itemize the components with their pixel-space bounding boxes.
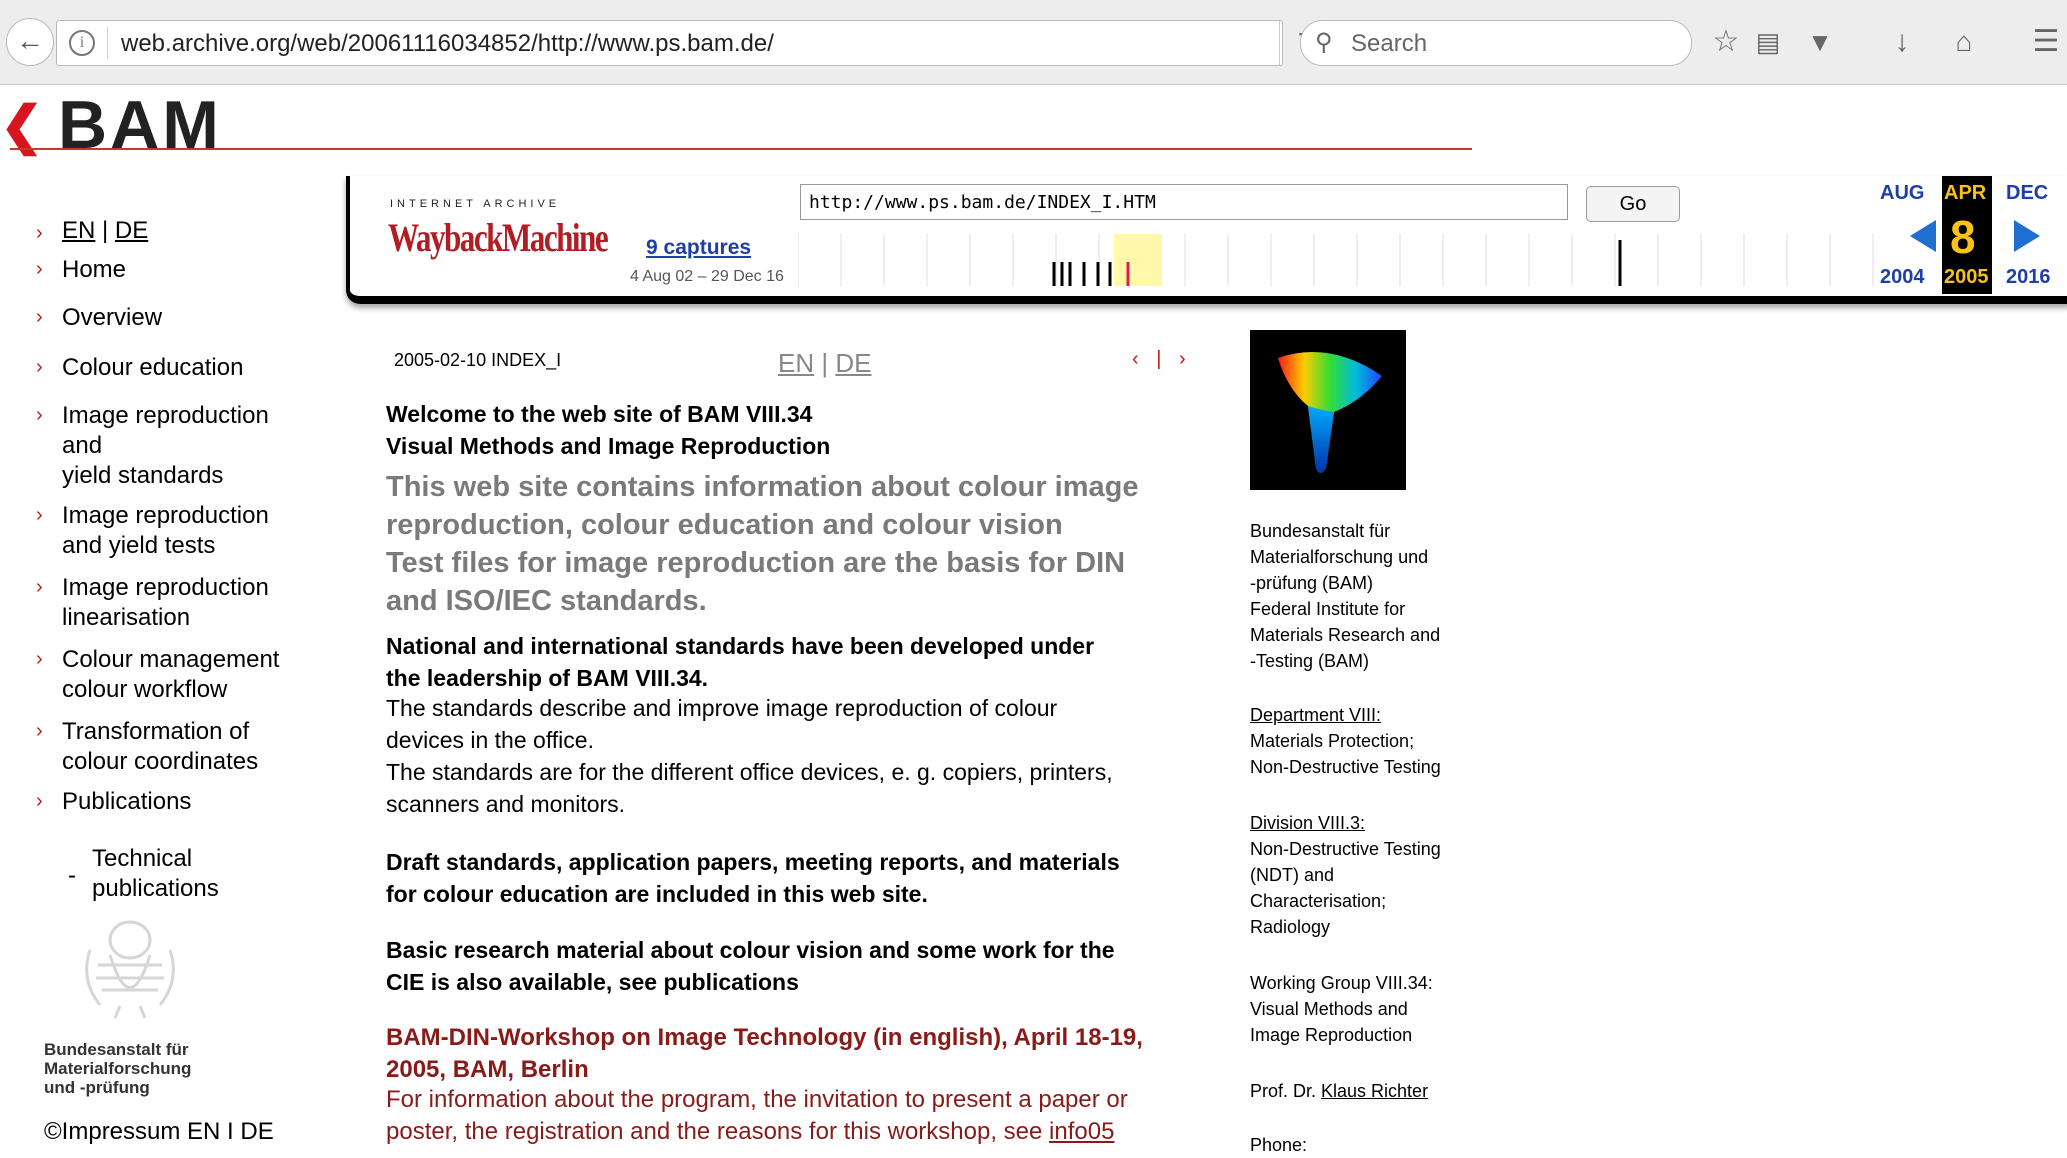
next-year-link[interactable]: 2016 — [2006, 266, 2051, 289]
address-bar[interactable]: i web.archive.org/web/20061116034852/htt… — [56, 20, 1321, 66]
content-lang-de-link[interactable]: DE — [835, 348, 871, 378]
nav-item-image-reproduction-linearisation[interactable]: Image reproduction — [62, 574, 269, 602]
wayback-ia-label: INTERNET ARCHIVE — [390, 198, 561, 210]
wayback-captures-link[interactable]: 9 captures — [646, 236, 751, 260]
header-rule — [10, 148, 1472, 150]
nav-sub-technical-publications[interactable]: publications — [92, 874, 219, 904]
nav-item-transformation[interactable]: colour coordinates — [62, 748, 258, 776]
division-info: Division VIII.3: Non-Destructive Testing… — [1250, 813, 1441, 937]
nav-item-transformation[interactable]: Transformation of — [62, 718, 249, 746]
search-placeholder[interactable]: Search — [1351, 30, 1427, 58]
nav-lang-de-link[interactable]: DE — [115, 217, 148, 244]
nav-item-overview[interactable]: Overview — [62, 304, 162, 332]
wayback-capture-range: 4 Aug 02 – 29 Dec 16 — [630, 268, 784, 285]
nav-bullet-icon: › — [36, 306, 43, 328]
standards-description: The standards describe and improve image… — [386, 695, 1113, 817]
department-link[interactable]: Department VIII: — [1250, 705, 1381, 725]
back-arrow-icon[interactable]: ← — [6, 18, 54, 66]
prev-month-link[interactable]: AUG — [1880, 182, 1924, 205]
klaus-richter-link[interactable]: Klaus Richter — [1321, 1081, 1428, 1101]
wayback-go-button[interactable]: Go — [1586, 186, 1680, 222]
nav-lang-switch: EN | DE — [62, 217, 149, 244]
basic-research-text: Basic research material about colour vis… — [386, 937, 1115, 995]
nav-bullet-icon: › — [36, 504, 43, 526]
page-datestamp: 2005-02-10 INDEX_I — [394, 350, 562, 370]
nav-item-image-reproduction-standards[interactable]: yield standards — [62, 462, 223, 490]
workshop-info: For information about the program, the i… — [386, 1086, 1128, 1145]
nav-item-image-reproduction-tests[interactable]: Image reproduction — [62, 502, 269, 530]
prev-year-link[interactable]: 2004 — [1880, 266, 1925, 289]
phone-label: Phone: — [1250, 1135, 1308, 1155]
wayback-toolbar: INTERNET ARCHIVE WaybackMachine http://w… — [346, 176, 2067, 304]
url-text[interactable]: web.archive.org/web/20061116034852/http:… — [121, 30, 774, 58]
reader-icon[interactable]: ▤ — [1748, 22, 1788, 62]
nav-item-colour-management[interactable]: colour workflow — [62, 676, 227, 704]
next-capture-arrow-icon[interactable] — [2014, 220, 2040, 252]
colour-gamut-graphic — [1278, 352, 1382, 473]
content-lang-en-link[interactable]: EN — [778, 348, 814, 378]
current-month: APR — [1944, 182, 1987, 204]
workshop-heading: BAM-DIN-Workshop on Image Technology (in… — [386, 1024, 1143, 1083]
nav-sub-technical-publications[interactable]: Technical — [92, 844, 192, 874]
standards-heading: National and international standards hav… — [386, 633, 1095, 691]
menu-icon[interactable]: ☰ — [2026, 22, 2066, 62]
nav-bullet-icon: › — [36, 648, 43, 670]
download-icon[interactable]: ↓ — [1882, 22, 1922, 62]
star-icon[interactable]: ☆ — [1706, 22, 1746, 62]
nav-bullet-icon: › — [36, 720, 43, 742]
page-nav-arrows[interactable]: ‹ | › — [1132, 348, 1192, 371]
search-box[interactable]: ⚲ Search — [1300, 20, 1692, 66]
wayback-calendar: AUG DEC APR 8 2005 2004 2016 — [1880, 176, 2067, 296]
nav-bullet-icon: › — [36, 258, 43, 280]
nav-item-publications[interactable]: Publications — [62, 788, 191, 816]
nav-sub-dash: - — [68, 862, 76, 889]
search-icon: ⚲ — [1315, 29, 1333, 56]
bam-logo-arrow-icon: ❮ — [0, 97, 44, 155]
nav-lang-en-link[interactable]: EN — [62, 217, 95, 244]
nav-bullet-icon: › — [36, 356, 43, 378]
info-icon[interactable]: i — [69, 30, 95, 56]
nav-item-image-reproduction-standards[interactable]: Image reproduction — [62, 402, 269, 430]
working-group-info: Working Group VIII.34: Visual Methods an… — [1250, 973, 1433, 1045]
nav-bullet-icon: › — [36, 790, 43, 812]
nav-item-home[interactable]: Home — [62, 256, 126, 284]
nav-bullet-icon: › — [36, 222, 43, 244]
welcome-heading: Welcome to the web site of BAM VIII.34 V… — [386, 401, 831, 459]
institute-full-name: Bundesanstalt für Materialforschung und … — [1250, 521, 1441, 671]
colour-gamut-image — [1250, 330, 1406, 490]
division-link[interactable]: Division VIII.3: — [1250, 813, 1365, 833]
nav-item-image-reproduction-linearisation[interactable]: linearisation — [62, 604, 190, 632]
contact-person: Prof. Dr. Klaus Richter — [1250, 1081, 1429, 1101]
institute-name-small: Bundesanstalt für Materialforschung und … — [44, 1040, 192, 1097]
next-month-link[interactable]: DEC — [2006, 182, 2048, 205]
wayback-logo[interactable]: WaybackMachine — [388, 214, 609, 261]
current-year: 2005 — [1944, 266, 1989, 288]
nav-item-colour-education[interactable]: Colour education — [62, 354, 243, 382]
intro-grey-text: This web site contains information about… — [386, 471, 1139, 617]
info05-link[interactable]: info05 — [1049, 1118, 1114, 1145]
home-icon[interactable]: ⌂ — [1944, 22, 1984, 62]
wayback-url-input[interactable]: http://www.ps.bam.de/INDEX_I.HTM — [800, 184, 1568, 220]
nav-item-image-reproduction-tests[interactable]: and yield tests — [62, 532, 215, 560]
impressum-link[interactable]: ©Impressum EN I DE — [44, 1118, 274, 1146]
bam-logo[interactable]: BAM — [58, 86, 222, 164]
nav-item-colour-management[interactable]: Colour management — [62, 646, 279, 674]
prev-capture-arrow-icon[interactable] — [1910, 220, 1936, 252]
content-lang-switch: EN | DE — [778, 348, 872, 378]
current-day: 8 — [1950, 211, 1976, 263]
department-info: Department VIII: Materials Protection; N… — [1250, 705, 1441, 777]
browser-toolbar: ← i web.archive.org/web/20061116034852/h… — [0, 0, 2067, 85]
pocket-icon[interactable]: ▼ — [1800, 22, 1840, 62]
wayback-sparkline[interactable] — [798, 234, 2067, 286]
nav-bullet-icon: › — [36, 404, 43, 426]
nav-item-image-reproduction-standards[interactable]: and — [62, 432, 102, 460]
federal-eagle-icon — [85, 920, 175, 1019]
draft-standards-text: Draft standards, application papers, mee… — [386, 849, 1120, 907]
nav-bullet-icon: › — [36, 576, 43, 598]
